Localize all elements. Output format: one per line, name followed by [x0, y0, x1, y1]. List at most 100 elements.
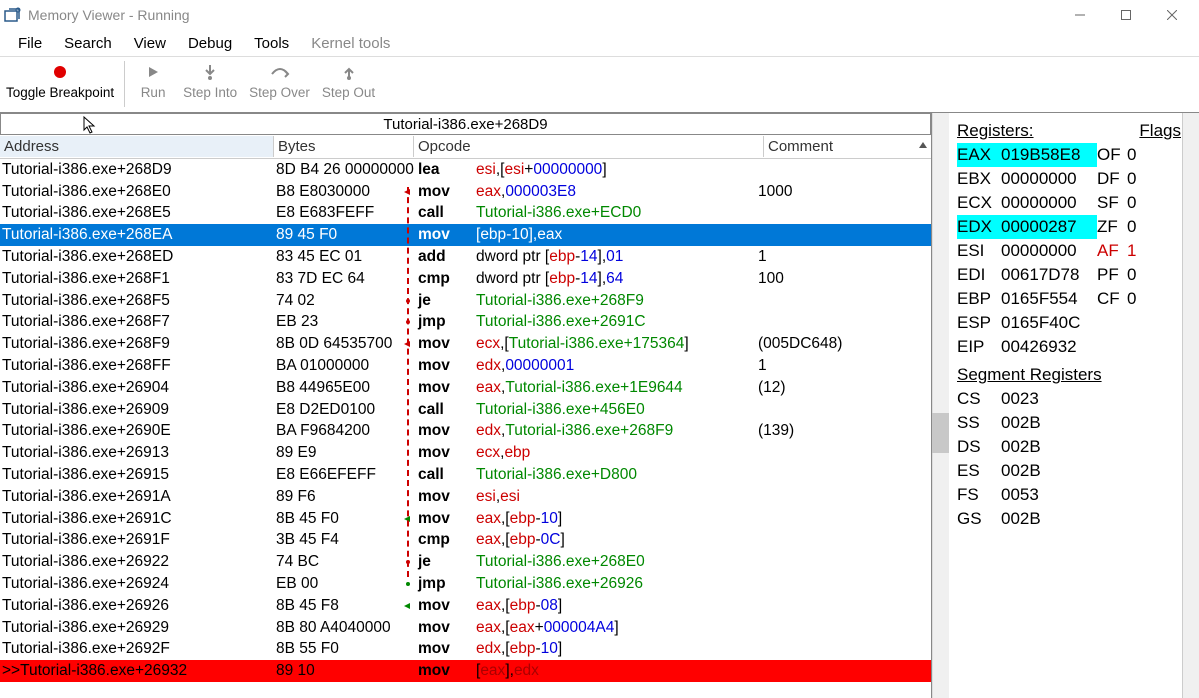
disasm-row[interactable]: Tutorial-i386.exe+268F7EB 23jmpTutorial-… [0, 312, 931, 334]
flags-title: Flags [1139, 119, 1181, 143]
cell-opcode: je [414, 553, 474, 571]
register-name: ESP [957, 311, 1001, 335]
disasm-row[interactable]: Tutorial-i386.exe+268D98D B4 26 00000000… [0, 159, 931, 181]
disasm-row[interactable]: >>Tutorial-i386.exe+2693289 10mov[eax],e… [0, 660, 931, 682]
disasm-row[interactable]: Tutorial-i386.exe+2691F3B 45 F4cmpeax,[e… [0, 530, 931, 552]
menu-file[interactable]: File [8, 32, 52, 55]
segment-register-line[interactable]: ES002B [957, 459, 1191, 483]
cell-comment: (12) [754, 379, 786, 397]
cell-bytes: E8 D2ED0100 [274, 401, 402, 419]
toggle-breakpoint-button[interactable]: Toggle Breakpoint [0, 57, 120, 100]
disasm-row[interactable]: Tutorial-i386.exe+26924EB 00jmpTutorial-… [0, 573, 931, 595]
flow-arrow-icon [402, 295, 414, 307]
register-value: 019B58E8 [1001, 143, 1097, 167]
disassembly-scrollbar[interactable] [932, 113, 949, 698]
cell-address: Tutorial-i386.exe+2691A [0, 488, 274, 506]
register-line[interactable]: EDI00617D78PF0 [957, 263, 1191, 287]
run-button[interactable]: Run [129, 57, 177, 100]
col-opcode[interactable]: Opcode [414, 136, 764, 157]
menu-debug[interactable]: Debug [178, 32, 242, 55]
disasm-row[interactable]: Tutorial-i386.exe+2691A89 F6movesi,esi [0, 486, 931, 508]
cell-opcode: jmp [414, 313, 474, 331]
register-line[interactable]: ESI00000000AF1 [957, 239, 1191, 263]
cell-operands: Tutorial-i386.exe+268F9 [474, 292, 754, 310]
menu-tools[interactable]: Tools [244, 32, 299, 55]
disasm-row[interactable]: Tutorial-i386.exe+268E0B8 E8030000moveax… [0, 181, 931, 203]
disasm-row[interactable]: Tutorial-i386.exe+268EA89 45 F0mov[ebp-1… [0, 224, 931, 246]
disasm-row[interactable]: Tutorial-i386.exe+269298B 80 A4040000mov… [0, 617, 931, 639]
disasm-row[interactable]: Tutorial-i386.exe+2691389 E9movecx,ebp [0, 442, 931, 464]
register-name: EDX [957, 215, 1001, 239]
register-name: EAX [957, 143, 1001, 167]
toolbar: Toggle Breakpoint Run Step Into Step Ove… [0, 56, 1199, 112]
registers-scrollbar[interactable] [1182, 113, 1199, 698]
col-address[interactable]: Address [0, 136, 274, 157]
flag-name: SF [1097, 191, 1127, 215]
register-line[interactable]: EIP00426932 [957, 335, 1191, 359]
cell-operands: Tutorial-i386.exe+268E0 [474, 553, 754, 571]
maximize-button[interactable] [1103, 0, 1149, 30]
cell-opcode: cmp [414, 531, 474, 549]
cell-opcode: mov [414, 183, 474, 201]
register-line[interactable]: EBX00000000DF0 [957, 167, 1191, 191]
disasm-row[interactable]: Tutorial-i386.exe+268F183 7D EC 64cmpdwo… [0, 268, 931, 290]
cell-opcode: mov [414, 226, 474, 244]
disasm-row[interactable]: Tutorial-i386.exe+26909E8 D2ED0100callTu… [0, 399, 931, 421]
cell-address: Tutorial-i386.exe+268D9 [0, 161, 274, 179]
step-out-button[interactable]: Step Out [316, 57, 381, 100]
cell-address: Tutorial-i386.exe+268F5 [0, 292, 274, 310]
segment-register-line[interactable]: FS0053 [957, 483, 1191, 507]
flow-arrow-icon [402, 556, 414, 568]
register-line[interactable]: ESP0165F40C [957, 311, 1191, 335]
segment-name: DS [957, 435, 1001, 459]
cell-address: Tutorial-i386.exe+268FF [0, 357, 274, 375]
disasm-row[interactable]: Tutorial-i386.exe+2692274 BCjeTutorial-i… [0, 551, 931, 573]
cell-bytes: 8B 45 F8 [274, 597, 402, 615]
scroll-up-icon[interactable] [917, 139, 929, 151]
disasm-row[interactable]: Tutorial-i386.exe+269268B 45 F8moveax,[e… [0, 595, 931, 617]
step-into-button[interactable]: Step Into [177, 57, 243, 100]
current-address-bar[interactable]: Tutorial-i386.exe+268D9 [0, 113, 931, 135]
segment-register-line[interactable]: GS002B [957, 507, 1191, 531]
minimize-button[interactable] [1057, 0, 1103, 30]
disasm-row[interactable]: Tutorial-i386.exe+2691C8B 45 F0moveax,[e… [0, 508, 931, 530]
cell-operands: edx,[ebp-10] [474, 640, 754, 658]
col-bytes[interactable]: Bytes [274, 136, 414, 157]
segment-register-line[interactable]: DS002B [957, 435, 1191, 459]
cell-operands: esi,esi [474, 488, 754, 506]
register-line[interactable]: EDX00000287ZF0 [957, 215, 1191, 239]
register-line[interactable]: EAX019B58E8OF0 [957, 143, 1191, 167]
cell-opcode: jmp [414, 575, 474, 593]
disasm-row[interactable]: Tutorial-i386.exe+268ED83 45 EC 01adddwo… [0, 246, 931, 268]
titlebar: Memory Viewer - Running [0, 0, 1199, 30]
register-value: 0165F40C [1001, 311, 1097, 335]
disasm-row[interactable]: Tutorial-i386.exe+2692F8B 55 F0movedx,[e… [0, 639, 931, 661]
step-over-button[interactable]: Step Over [243, 57, 316, 100]
disasm-row[interactable]: Tutorial-i386.exe+268E5E8 E683FEFFcallTu… [0, 203, 931, 225]
menu-view[interactable]: View [124, 32, 176, 55]
register-line[interactable]: ECX00000000SF0 [957, 191, 1191, 215]
cell-opcode: mov [414, 379, 474, 397]
disasm-row[interactable]: Tutorial-i386.exe+268F98B 0D 64535700mov… [0, 333, 931, 355]
disassembly-rows[interactable]: Tutorial-i386.exe+268D98D B4 26 00000000… [0, 159, 931, 698]
menu-search[interactable]: Search [54, 32, 122, 55]
menu-kernel-tools[interactable]: Kernel tools [301, 32, 400, 55]
disasm-row[interactable]: Tutorial-i386.exe+268F574 02jeTutorial-i… [0, 290, 931, 312]
register-value: 00000000 [1001, 167, 1097, 191]
segment-register-line[interactable]: SS002B [957, 411, 1191, 435]
cell-bytes: 8B 45 F0 [274, 510, 402, 528]
scrollbar-thumb[interactable] [932, 413, 949, 453]
close-button[interactable] [1149, 0, 1195, 30]
breakpoint-icon [53, 61, 67, 83]
col-comment[interactable]: Comment [764, 136, 931, 157]
segment-register-line[interactable]: CS0023 [957, 387, 1191, 411]
register-line[interactable]: EBP0165F554CF0 [957, 287, 1191, 311]
cell-operands: eax,[ebp-08] [474, 597, 754, 615]
disasm-row[interactable]: Tutorial-i386.exe+26915E8 E66EFEFFcallTu… [0, 464, 931, 486]
cell-bytes: EB 00 [274, 575, 402, 593]
register-name: EDI [957, 263, 1001, 287]
disasm-row[interactable]: Tutorial-i386.exe+26904B8 44965E00moveax… [0, 377, 931, 399]
disasm-row[interactable]: Tutorial-i386.exe+268FFBA 01000000movedx… [0, 355, 931, 377]
flag-value: 1 [1127, 239, 1143, 263]
disasm-row[interactable]: Tutorial-i386.exe+2690EBA F9684200movedx… [0, 421, 931, 443]
